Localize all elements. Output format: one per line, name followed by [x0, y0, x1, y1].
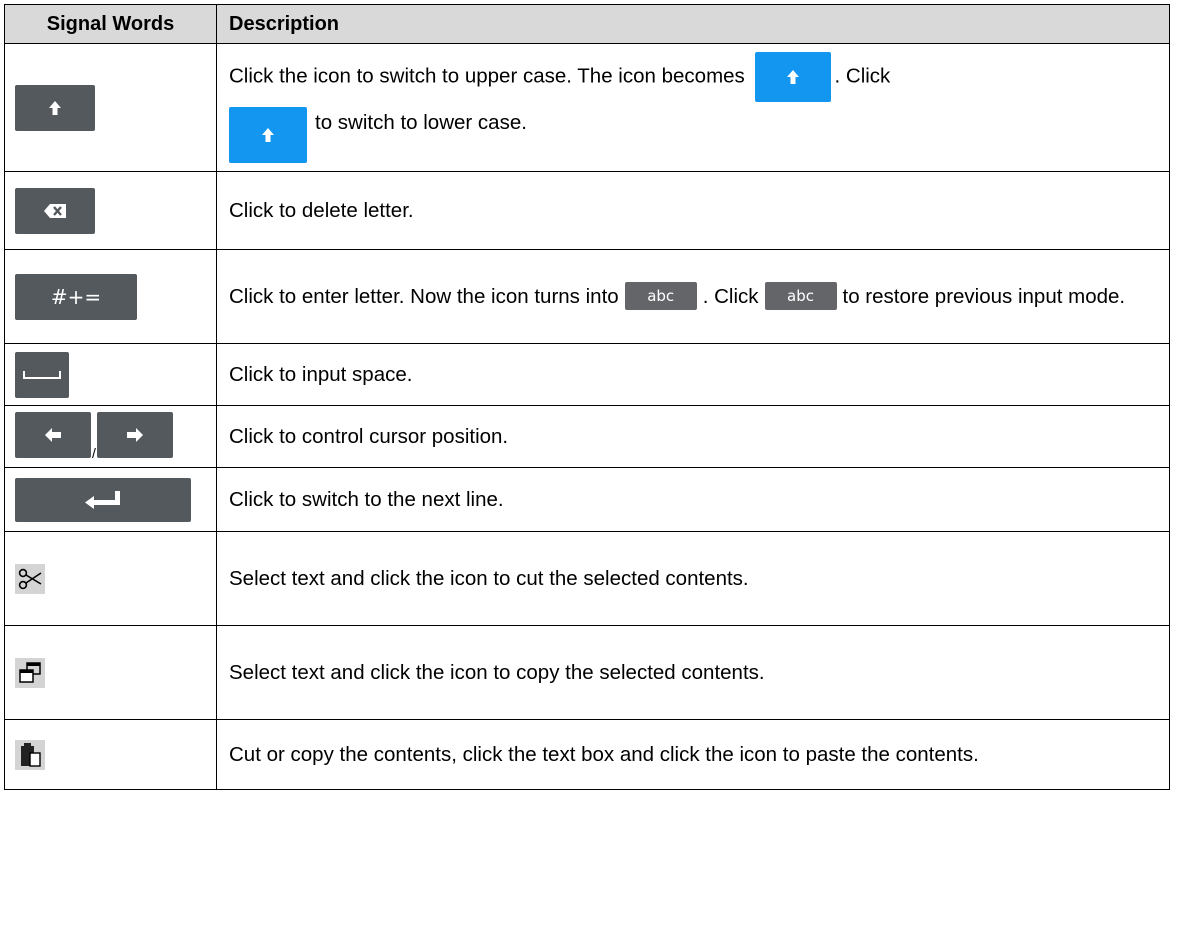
paste-icon	[15, 739, 45, 770]
shift-active-key-icon	[754, 52, 831, 102]
arrow-left-icon	[15, 412, 91, 459]
enter-key-icon	[15, 477, 191, 522]
symbols-desc-c: to restore previous input mode.	[842, 284, 1126, 308]
arrows-desc: Click to control cursor position.	[216, 405, 1170, 468]
symbols-key: #+=	[15, 273, 137, 320]
arrow-separator: /	[92, 444, 96, 461]
backspace-desc: Click to delete letter.	[216, 171, 1170, 250]
header-signal-words: Signal Words	[4, 4, 217, 44]
table-row: Click to input space.	[4, 343, 1170, 406]
copy-icon	[15, 657, 45, 688]
space-key-icon	[15, 351, 69, 398]
shift-desc-a: Click the icon to switch to upper case. …	[229, 64, 745, 88]
shift-key-icon	[15, 84, 95, 131]
symbols-desc-a: Click to enter letter. Now the icon turn…	[229, 284, 619, 308]
table-row: #+= Click to enter letter. Now the icon …	[4, 249, 1170, 344]
table-row: / Click to control cursor position.	[4, 405, 1170, 468]
shift-desc-b: . Click	[834, 64, 891, 88]
enter-desc: Click to switch to the next line.	[216, 467, 1170, 532]
abc-key: abc	[624, 281, 697, 310]
table-row: Select text and click the icon to copy t…	[4, 625, 1170, 720]
table-row: Select text and click the icon to cut th…	[4, 531, 1170, 626]
shift-desc-c: to switch to lower case.	[315, 111, 527, 134]
cut-desc: Select text and click the icon to cut th…	[216, 531, 1170, 626]
table-row: Click the icon to switch to upper case. …	[4, 43, 1170, 172]
signal-words-table: Signal Words Description Click the icon …	[4, 4, 1170, 790]
paste-desc: Cut or copy the contents, click the text…	[216, 719, 1170, 790]
copy-desc: Select text and click the icon to copy t…	[216, 625, 1170, 720]
table-row: Click to delete letter.	[4, 171, 1170, 250]
abc-key-2: abc	[764, 281, 837, 310]
space-desc: Click to input space.	[216, 343, 1170, 406]
table-row: Click to switch to the next line.	[4, 467, 1170, 532]
scissors-icon	[15, 563, 45, 594]
symbols-desc-b: . Click	[702, 284, 759, 308]
table-row: Cut or copy the contents, click the text…	[4, 719, 1170, 790]
header-description: Description	[216, 4, 1170, 44]
table-header-row: Signal Words Description	[4, 4, 1170, 44]
shift-active-key-icon-2	[229, 107, 307, 163]
arrow-right-icon	[96, 412, 173, 459]
backspace-key-icon	[15, 187, 95, 234]
